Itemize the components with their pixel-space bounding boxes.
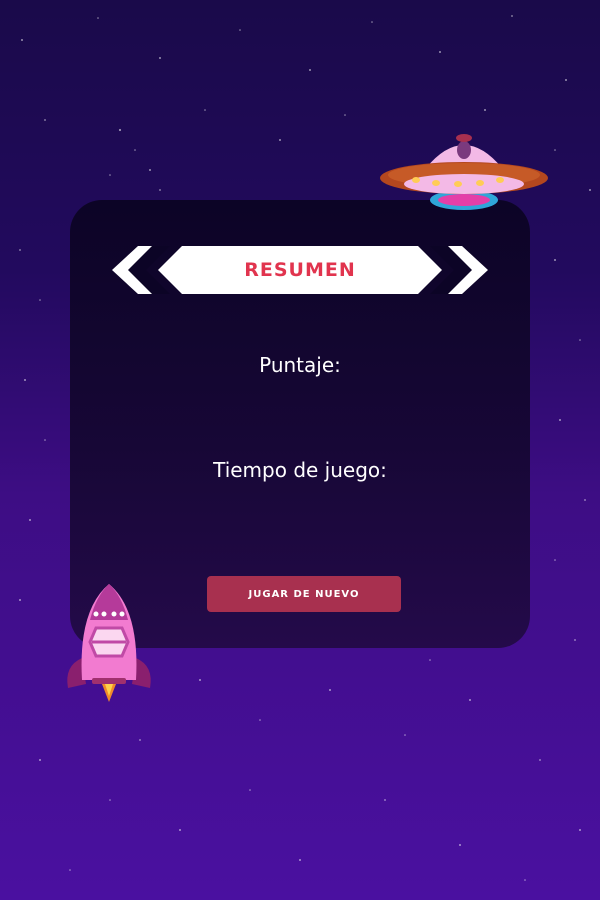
playtime-label: Tiempo de juego: (213, 458, 387, 482)
summary-title: RESUMEN (244, 259, 356, 281)
play-again-button[interactable]: JUGAR DE NUEVO (207, 576, 401, 612)
score-label: Puntaje: (259, 353, 341, 377)
ufo-icon (380, 134, 548, 210)
rocket-icon (67, 584, 151, 702)
